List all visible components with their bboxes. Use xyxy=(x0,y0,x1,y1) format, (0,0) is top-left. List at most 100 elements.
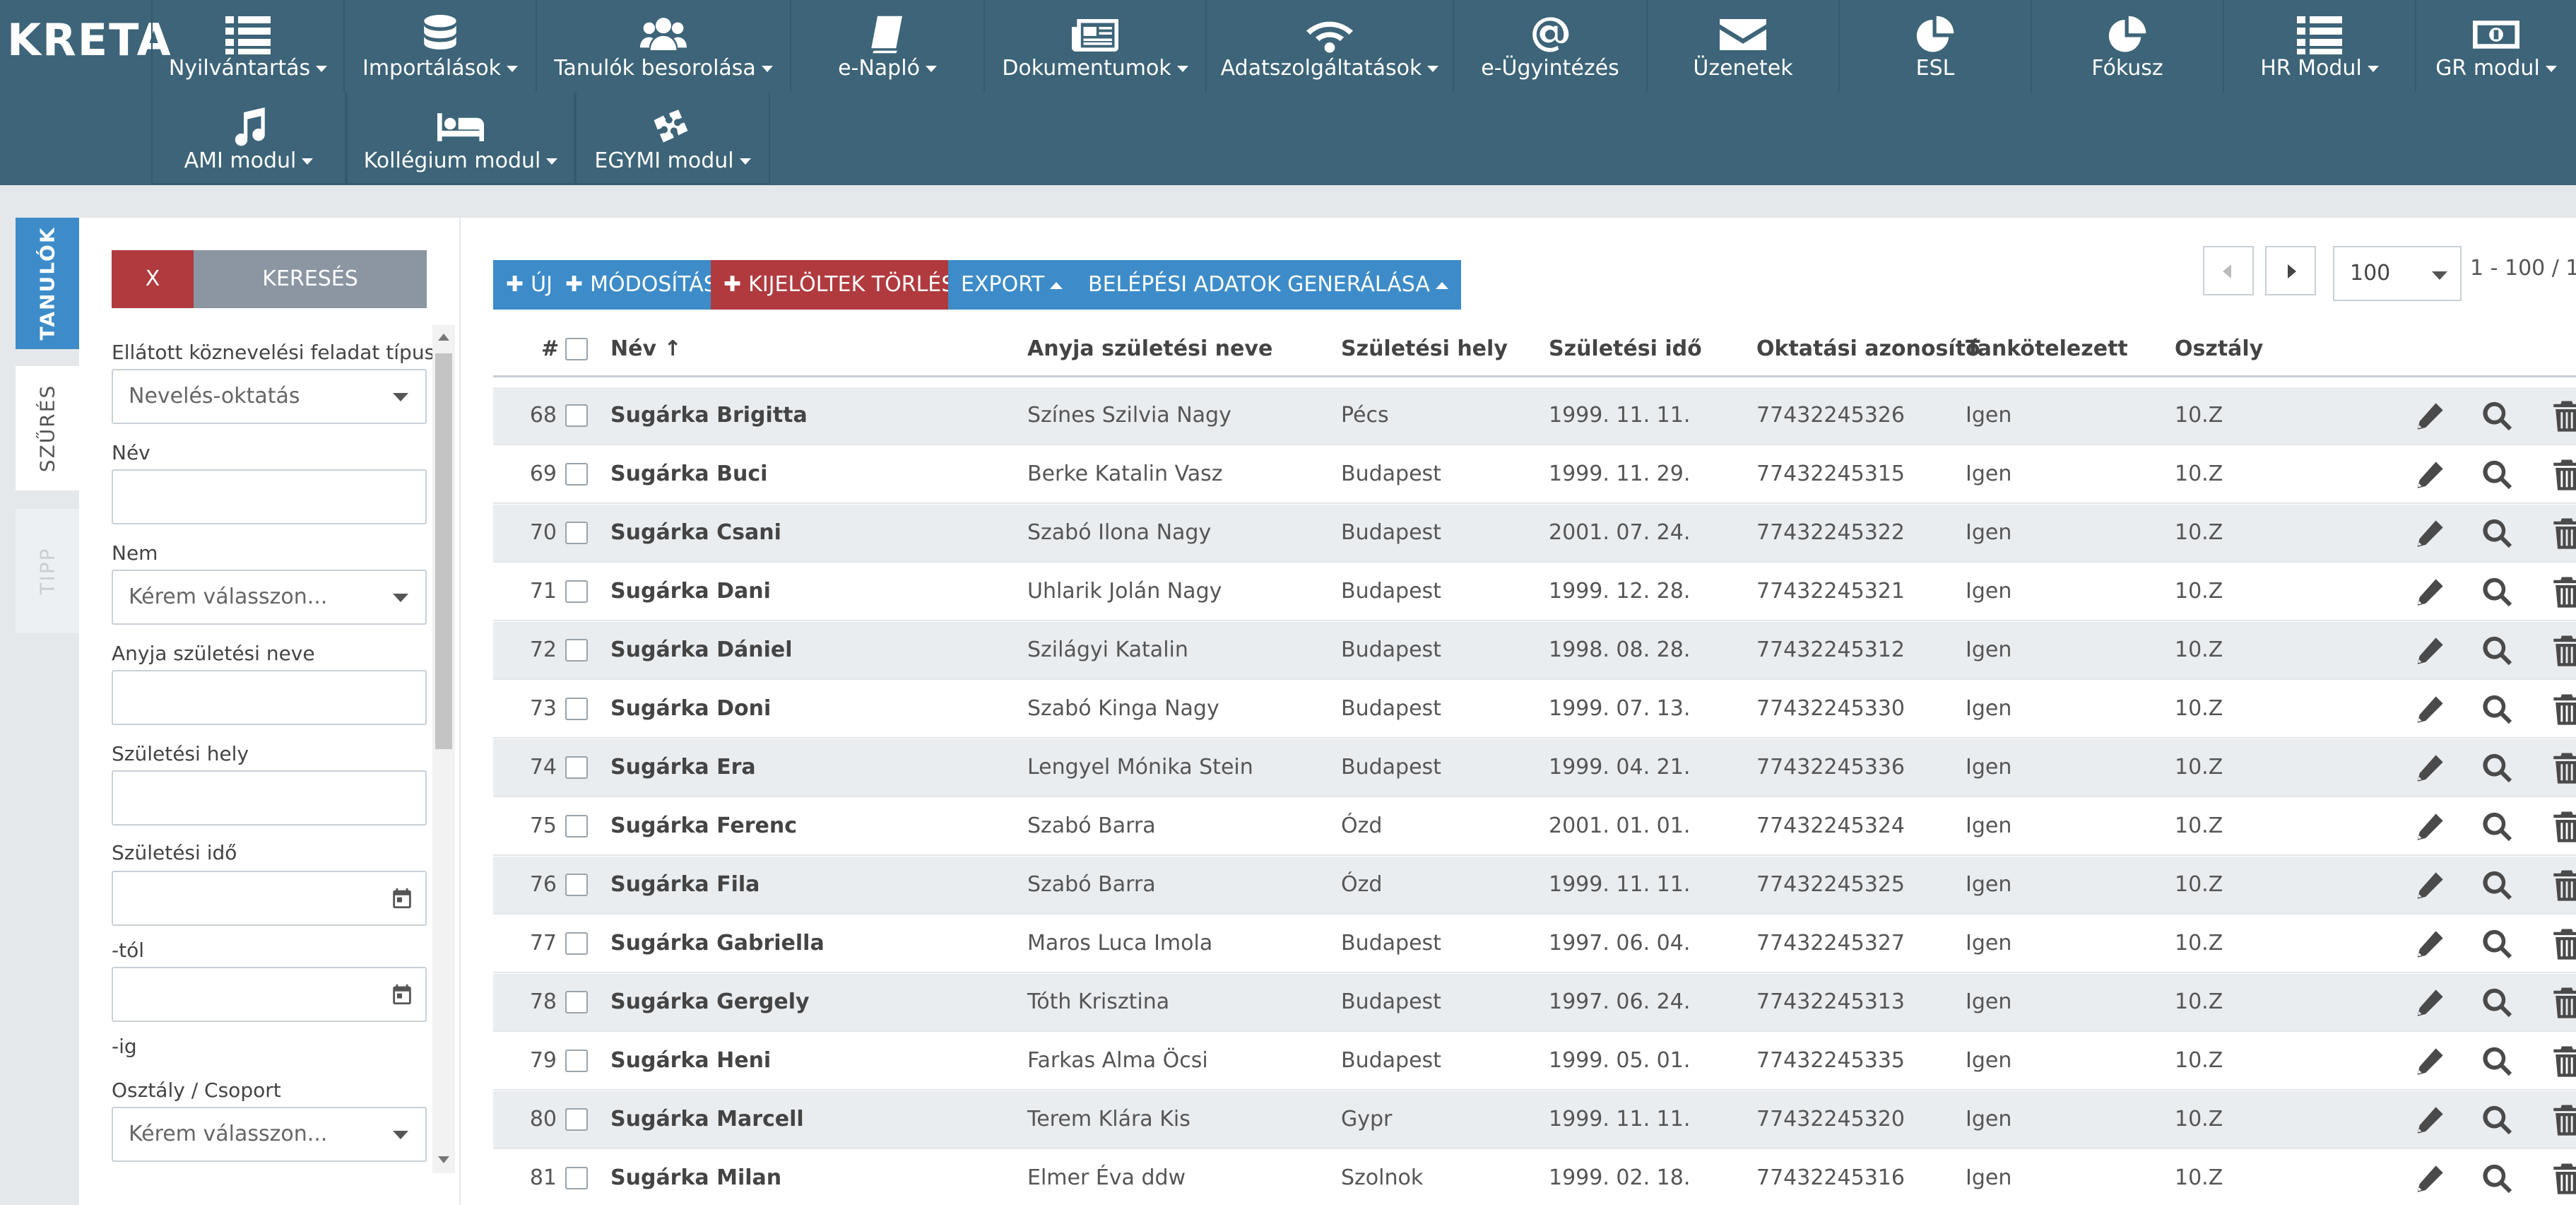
col-mother[interactable]: Anyja születési neve xyxy=(1027,336,1272,361)
filter-scrollbar[interactable] xyxy=(432,325,455,1173)
scroll-down-icon[interactable] xyxy=(438,1156,449,1163)
edit-button[interactable] xyxy=(2413,811,2446,843)
clear-filter-button[interactable]: X xyxy=(112,250,194,308)
edit-button[interactable] xyxy=(2413,693,2446,726)
col-name[interactable]: Név ↑ xyxy=(610,336,682,361)
view-button[interactable] xyxy=(2481,752,2514,784)
scroll-thumb[interactable] xyxy=(435,353,452,749)
birthdate-to-input[interactable] xyxy=(112,967,427,1022)
nav-item-tanulók-besorolása[interactable]: Tanulók besorolása xyxy=(536,0,790,92)
row-checkbox[interactable] xyxy=(565,463,588,486)
table-row[interactable]: 75 Sugárka Ferenc Szabó Barra Ózd 2001. 01. … xyxy=(493,798,2576,856)
table-row[interactable]: 70 Sugárka Csani Szabó Ilona Nagy Budapest 2… xyxy=(493,505,2576,563)
tab-szures[interactable]: SZŰRÉS xyxy=(16,366,79,490)
view-button[interactable] xyxy=(2481,987,2514,1019)
row-checkbox[interactable] xyxy=(565,522,588,544)
edit-button[interactable] xyxy=(2413,517,2446,550)
view-button[interactable] xyxy=(2481,1104,2514,1136)
delete-button[interactable] xyxy=(2551,693,2576,726)
mother-name-input[interactable] xyxy=(112,670,427,725)
view-button[interactable] xyxy=(2481,459,2514,491)
col-eduid[interactable]: Oktatási azonosító xyxy=(1756,336,1980,361)
row-checkbox[interactable] xyxy=(565,639,588,662)
name-input[interactable] xyxy=(112,469,427,524)
table-row[interactable]: 80 Sugárka Marcell Terem Klára Kis Gypr 1999… xyxy=(493,1091,2576,1149)
nav-item-kollégium-modul[interactable]: Kollégium modul xyxy=(346,93,575,184)
nav-item-ami-modul[interactable]: AMI modul xyxy=(151,93,346,184)
table-row[interactable]: 71 Sugárka Dani Uhlarik Jolán Nagy Budapest… xyxy=(493,563,2576,621)
search-button[interactable]: KERESÉS xyxy=(194,250,427,308)
tab-tanulok[interactable]: TANULÓK xyxy=(16,218,79,349)
feladat-type-select[interactable]: Nevelés-oktatás xyxy=(112,369,427,424)
edit-button[interactable] xyxy=(2413,459,2446,491)
modify-button[interactable]: ✚ MÓDOSÍTÁS xyxy=(553,260,730,310)
table-row[interactable]: 81 Sugárka Milan Elmer Éva ddw Szolnok 1999.… xyxy=(493,1150,2576,1205)
delete-button[interactable] xyxy=(2551,752,2576,784)
row-checkbox[interactable] xyxy=(565,815,588,837)
table-row[interactable]: 68 Sugárka Brigitta Színes Szilvia Nagy Péc… xyxy=(493,387,2576,445)
view-button[interactable] xyxy=(2481,635,2514,667)
calendar-icon[interactable] xyxy=(376,968,425,1021)
edit-button[interactable] xyxy=(2413,400,2446,433)
delete-button[interactable] xyxy=(2551,635,2576,667)
nav-item-adatszolgáltatások[interactable]: Adatszolgáltatások xyxy=(1205,0,1453,92)
calendar-icon[interactable] xyxy=(376,872,425,924)
view-button[interactable] xyxy=(2481,1045,2514,1078)
row-checkbox[interactable] xyxy=(565,932,588,955)
tab-tipp[interactable]: TIPP xyxy=(16,509,79,633)
edit-button[interactable] xyxy=(2413,576,2446,609)
col-birthdate[interactable]: Születési idő xyxy=(1549,336,1702,361)
row-checkbox[interactable] xyxy=(565,580,588,603)
row-checkbox[interactable] xyxy=(565,1167,588,1189)
page-size-select[interactable]: 100 xyxy=(2333,246,2462,301)
class-group-select[interactable]: Kérem válasszon... xyxy=(112,1107,427,1162)
edit-button[interactable] xyxy=(2413,752,2446,784)
export-button[interactable]: EXPORT xyxy=(948,260,1076,310)
nav-item-gr-modul[interactable]: GR modul xyxy=(2415,0,2576,92)
scroll-up-icon[interactable] xyxy=(438,334,449,341)
table-row[interactable]: 73 Sugárka Doni Szabó Kinga Nagy Budapest 19… xyxy=(493,681,2576,739)
view-button[interactable] xyxy=(2481,576,2514,609)
delete-button[interactable] xyxy=(2551,1104,2576,1136)
delete-button[interactable] xyxy=(2551,811,2576,843)
table-row[interactable]: 74 Sugárka Era Lengyel Mónika Stein Budapes… xyxy=(493,739,2576,797)
delete-selected-button[interactable]: ✚ KIJELÖLTEK TÖRLÉSE xyxy=(711,260,981,310)
row-checkbox[interactable] xyxy=(565,1050,588,1072)
table-row[interactable]: 77 Sugárka Gabriella Maros Luca Imola Budap… xyxy=(493,915,2576,973)
col-birthplace[interactable]: Születési hely xyxy=(1341,336,1508,361)
edit-button[interactable] xyxy=(2413,928,2446,960)
previous-page-button[interactable] xyxy=(2203,246,2254,295)
row-checkbox[interactable] xyxy=(565,698,588,720)
nav-item-e-napló[interactable]: e-Napló xyxy=(790,0,983,92)
view-button[interactable] xyxy=(2481,693,2514,726)
table-row[interactable]: 69 Sugárka Buci Berke Katalin Vasz Budapest… xyxy=(493,446,2576,504)
view-button[interactable] xyxy=(2481,1163,2514,1195)
table-row[interactable]: 78 Sugárka Gergely Tóth Krisztina Budapest 1… xyxy=(493,974,2576,1032)
generate-login-button[interactable]: BELÉPÉSI ADATOK GENERÁLÁSA xyxy=(1075,260,1461,310)
view-button[interactable] xyxy=(2481,869,2514,902)
view-button[interactable] xyxy=(2481,928,2514,960)
view-button[interactable] xyxy=(2481,400,2514,433)
nav-item-dokumentumok[interactable]: Dokumentumok xyxy=(983,0,1205,92)
delete-button[interactable] xyxy=(2551,517,2576,550)
delete-button[interactable] xyxy=(2551,1163,2576,1195)
edit-button[interactable] xyxy=(2413,1104,2446,1136)
col-compulsory[interactable]: Tankötelezett xyxy=(1966,336,2128,361)
nav-item-esl[interactable]: ESL xyxy=(1838,0,2031,92)
view-button[interactable] xyxy=(2481,517,2514,550)
select-all-checkbox[interactable] xyxy=(565,338,588,360)
nav-item-egymi-modul[interactable]: EGYMI modul xyxy=(575,93,770,184)
delete-button[interactable] xyxy=(2551,928,2576,960)
edit-button[interactable] xyxy=(2413,869,2446,902)
col-class[interactable]: Osztály xyxy=(2175,336,2263,361)
nav-item-hr-modul[interactable]: HR Modul xyxy=(2223,0,2415,92)
table-row[interactable]: 79 Sugárka Heni Farkas Alma Öcsi Budapest 19… xyxy=(493,1033,2576,1091)
delete-button[interactable] xyxy=(2551,1045,2576,1078)
delete-button[interactable] xyxy=(2551,987,2576,1019)
table-row[interactable]: 72 Sugárka Dániel Szilágyi Katalin Budapest… xyxy=(493,622,2576,680)
nav-item-üzenetek[interactable]: Üzenetek xyxy=(1646,0,1838,92)
nav-item-e-ügyintézés[interactable]: e-Ügyintézés xyxy=(1453,0,1646,92)
row-checkbox[interactable] xyxy=(565,991,588,1013)
delete-button[interactable] xyxy=(2551,869,2576,902)
row-checkbox[interactable] xyxy=(565,874,588,896)
